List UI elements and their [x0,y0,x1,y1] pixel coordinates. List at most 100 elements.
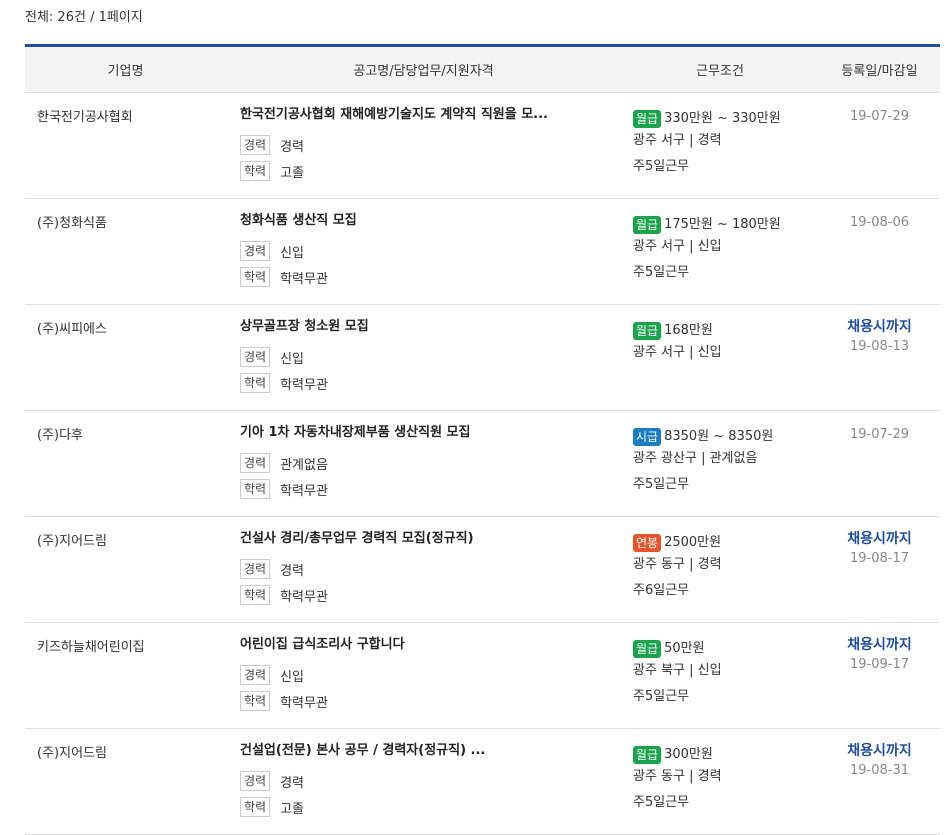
posted-date: 19-08-13 [849,339,909,354]
job-title-link[interactable]: 어린이집 급식조리사 구합니다 [240,636,621,662]
table-body: 한국전기공사협회 한국전기공사협회 재해예방기술지도 계약직 직원을 모... … [25,93,940,835]
date-cell: 채용시까지 19-08-13 [819,305,940,410]
work-schedule: 주5일근무 [633,159,690,174]
work-schedule: 주5일근무 [633,795,690,810]
pay-line: 월급 330만원 ~ 330만원 [633,106,819,132]
date-cell: 19-07-29 [819,411,940,516]
company-name[interactable]: (주)청화식품 [25,199,226,304]
job-title-link[interactable]: 청화식품 생산직 모집 [240,212,621,238]
pay-line: 월급 300만원 [633,742,819,768]
job-cell: 청화식품 생산직 모집 경력 신입 학력 학력무관 [226,199,621,304]
pay-amount: 300만원 [664,747,713,762]
education-tag: 학력 [240,267,271,287]
education-value: 학력무관 [280,377,328,393]
career-value: 경력 [280,139,305,155]
company-name[interactable]: 한국전기공사협회 [25,93,226,198]
education-tag: 학력 [240,585,271,605]
date-cell: 채용시까지 19-08-31 [819,729,940,834]
work-schedule: 주5일근무 [633,689,690,704]
table-row: (주)다후 기아 1차 자동차내장제부품 생산직원 모집 경력 관계없음 학력 … [25,411,940,517]
deadline-label: 채용시까지 [847,531,912,547]
conditions-cell: 월급 175만원 ~ 180만원 광주 서구 | 신입 주5일근무 [621,199,819,304]
pay-amount: 330만원 ~ 330만원 [664,111,781,126]
work-schedule: 주5일근무 [633,477,690,492]
table-row: 한국전기공사협회 한국전기공사협회 재해예방기술지도 계약직 직원을 모... … [25,93,940,199]
header-job: 공고명/담당업무/지원자격 [353,64,494,79]
header-company: 기업명 [107,64,144,79]
education-requirement: 학력 고졸 [240,794,621,820]
table-row: (주)청화식품 청화식품 생산직 모집 경력 신입 학력 학력무관 월급 175… [25,199,940,305]
job-cell: 기아 1차 자동차내장제부품 생산직원 모집 경력 관계없음 학력 학력무관 [226,411,621,516]
table-row: (주)씨피에스 상무골프장 청소원 모집 경력 신입 학력 학력무관 월급 16… [25,305,940,411]
pay-type-badge: 시급 [633,428,662,446]
education-requirement: 학력 학력무관 [240,370,621,396]
job-title-link[interactable]: 상무골프장 청소원 모집 [240,318,621,344]
career-requirement: 경력 경력 [240,132,621,158]
work-schedule: 주6일근무 [633,583,690,598]
location-career: 광주 광산구 | 관계없음 [633,451,758,466]
career-requirement: 경력 신입 [240,344,621,370]
location-career: 광주 서구 | 신입 [633,345,722,360]
date-cell: 채용시까지 19-09-17 [819,623,940,728]
posted-date: 19-07-29 [849,427,909,442]
career-value: 경력 [280,563,305,579]
job-title-link[interactable]: 건설사 경리/총무업무 경력직 모집(정규직) [240,530,621,556]
pay-line: 월급 50만원 [633,636,819,662]
career-tag: 경력 [240,241,271,261]
job-list-table: 기업명 공고명/담당업무/지원자격 근무조건 등록일/마감일 한국전기공사협회 … [25,44,940,835]
career-value: 신입 [280,245,305,261]
company-name[interactable]: 키즈하늘채어린이집 [25,623,226,728]
pay-line: 월급 168만원 [633,318,819,344]
posted-date: 19-08-17 [849,551,909,566]
pay-amount: 50만원 [664,641,705,656]
career-value: 신입 [280,669,305,685]
pay-amount: 175만원 ~ 180만원 [664,217,781,232]
pay-type-badge: 연봉 [633,534,662,552]
pay-type-badge: 월급 [633,110,662,128]
table-row: 키즈하늘채어린이집 어린이집 급식조리사 구합니다 경력 신입 학력 학력무관 … [25,623,940,729]
career-value: 신입 [280,351,305,367]
deadline-label: 채용시까지 [847,743,912,759]
career-tag: 경력 [240,771,271,791]
job-title-link[interactable]: 기아 1차 자동차내장제부품 생산직원 모집 [240,424,621,450]
conditions-cell: 시급 8350원 ~ 8350원 광주 광산구 | 관계없음 주5일근무 [621,411,819,516]
company-name[interactable]: (주)다후 [25,411,226,516]
pay-type-badge: 월급 [633,216,662,234]
deadline-label: 채용시까지 [847,637,912,653]
job-title-link[interactable]: 건설업(전문) 본사 공무 / 경력자(정규직) ... [240,742,621,768]
work-schedule: 주5일근무 [633,265,690,280]
job-cell: 건설업(전문) 본사 공무 / 경력자(정규직) ... 경력 경력 학력 고졸 [226,729,621,834]
pay-line: 연봉 2500만원 [633,530,819,556]
pay-amount: 8350원 ~ 8350원 [664,429,774,444]
education-tag: 학력 [240,797,271,817]
job-title-link[interactable]: 한국전기공사협회 재해예방기술지도 계약직 직원을 모... [240,106,621,132]
company-name[interactable]: (주)씨피에스 [25,305,226,410]
job-cell: 건설사 경리/총무업무 경력직 모집(정규직) 경력 경력 학력 학력무관 [226,517,621,622]
education-value: 고졸 [280,801,305,817]
career-requirement: 경력 관계없음 [240,450,621,476]
posted-date: 19-08-06 [849,215,909,230]
pay-type-badge: 월급 [633,640,662,658]
education-value: 학력무관 [280,483,328,499]
career-requirement: 경력 신입 [240,662,621,688]
pay-type-badge: 월급 [633,322,662,340]
education-value: 학력무관 [280,695,328,711]
location-career: 광주 서구 | 경력 [633,133,722,148]
education-requirement: 학력 학력무관 [240,264,621,290]
company-name[interactable]: (주)지어드림 [25,517,226,622]
conditions-cell: 연봉 2500만원 광주 동구 | 경력 주6일근무 [621,517,819,622]
career-value: 관계없음 [280,457,328,473]
education-value: 고졸 [280,165,305,181]
education-tag: 학력 [240,479,271,499]
header-conditions: 근무조건 [696,64,744,79]
career-tag: 경력 [240,665,271,685]
conditions-cell: 월급 168만원 광주 서구 | 신입 [621,305,819,410]
career-tag: 경력 [240,559,271,579]
education-requirement: 학력 학력무관 [240,476,621,502]
education-requirement: 학력 학력무관 [240,688,621,714]
job-cell: 한국전기공사협회 재해예방기술지도 계약직 직원을 모... 경력 경력 학력 … [226,93,621,198]
company-name[interactable]: (주)지어드림 [25,729,226,834]
career-requirement: 경력 신입 [240,238,621,264]
education-tag: 학력 [240,691,271,711]
header-date: 등록일/마감일 [841,64,918,79]
